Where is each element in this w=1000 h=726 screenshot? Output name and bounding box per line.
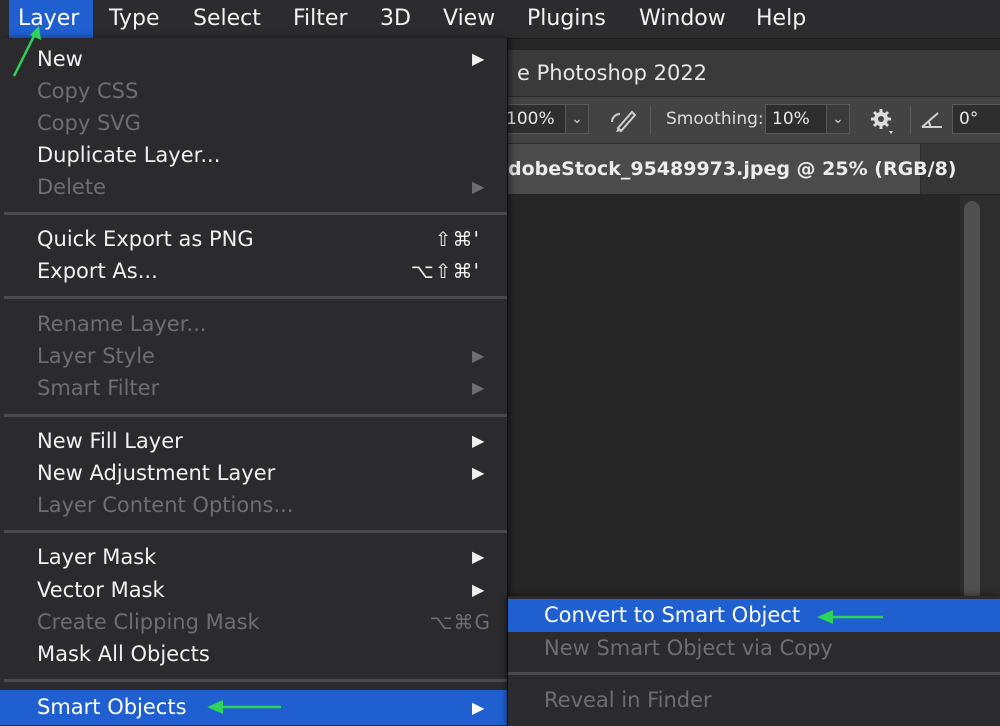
options-separator bbox=[650, 106, 651, 134]
menu-item-quick-export[interactable]: Quick Export as PNG ⇧⌘' bbox=[0, 223, 507, 255]
menu-separator bbox=[4, 679, 507, 682]
shortcut-label: ⌥⇧⌘' bbox=[410, 259, 480, 283]
menu-separator bbox=[4, 212, 507, 215]
submenu-item-label: Convert to Smart Object bbox=[544, 603, 801, 627]
gear-icon[interactable] bbox=[868, 107, 896, 135]
chevron-down-icon: ⌄ bbox=[832, 111, 844, 127]
submenu-arrow-icon: ▶ bbox=[472, 463, 485, 482]
submenu-item-convert-to-smart-object[interactable]: Convert to Smart Object bbox=[508, 599, 1000, 632]
menu-item-label: Mask All Objects bbox=[37, 642, 210, 666]
menu-plugins[interactable]: Plugins bbox=[518, 0, 615, 38]
submenu-arrow-icon: ▶ bbox=[472, 346, 485, 365]
flow-dropdown[interactable]: ⌄ bbox=[565, 104, 589, 134]
menu-item-label: Rename Layer... bbox=[37, 312, 207, 336]
menu-item-layer-style: Layer Style ▶ bbox=[0, 340, 507, 372]
menu-item-delete: Delete ▶ bbox=[0, 171, 507, 203]
menu-item-label: Duplicate Layer... bbox=[37, 143, 221, 167]
menu-item-label: New Fill Layer bbox=[37, 429, 183, 453]
menu-item-new-adjustment-layer[interactable]: New Adjustment Layer ▶ bbox=[0, 457, 507, 489]
submenu-arrow-icon: ▶ bbox=[472, 431, 485, 450]
submenu-arrow-icon: ▶ bbox=[472, 177, 485, 196]
window-title: e Photoshop 2022 bbox=[517, 61, 708, 85]
shortcut-label: ⇧⌘' bbox=[434, 227, 480, 251]
scrollbar-thumb[interactable] bbox=[964, 201, 980, 631]
menu-item-label: Export As... bbox=[37, 259, 158, 283]
menu-item-duplicate-layer[interactable]: Duplicate Layer... bbox=[0, 139, 507, 171]
menu-item-smart-objects[interactable]: Smart Objects ▶ bbox=[0, 690, 507, 725]
menu-item-create-clipping-mask: Create Clipping Mask ⌥⌘G bbox=[0, 606, 507, 638]
smart-objects-submenu: Convert to Smart Object New Smart Object… bbox=[508, 596, 1000, 726]
menu-item-label: Vector Mask bbox=[37, 578, 165, 602]
submenu-arrow-icon: ▶ bbox=[472, 49, 485, 68]
menu-item-new-fill-layer[interactable]: New Fill Layer ▶ bbox=[0, 425, 507, 457]
menu-item-label: New bbox=[37, 47, 83, 71]
menu-item-layer-mask[interactable]: Layer Mask ▶ bbox=[0, 541, 507, 573]
menu-item-label: Layer Content Options... bbox=[37, 493, 294, 517]
menu-select[interactable]: Select bbox=[184, 0, 270, 38]
menu-separator bbox=[4, 530, 507, 533]
shortcut-label: ⌥⌘G bbox=[429, 610, 491, 634]
submenu-item-new-smart-object-via-copy: New Smart Object via Copy bbox=[508, 632, 1000, 665]
menu-separator bbox=[4, 296, 507, 299]
window-titlebar: e Photoshop 2022 bbox=[500, 50, 1000, 97]
menu-item-label: Delete bbox=[37, 175, 106, 199]
menu-separator bbox=[508, 672, 1000, 675]
submenu-item-label: New Smart Object via Copy bbox=[544, 636, 833, 660]
menu-item-rename-layer: Rename Layer... bbox=[0, 308, 507, 340]
menu-item-label: Layer Style bbox=[37, 344, 155, 368]
menu-item-smart-filter: Smart Filter ▶ bbox=[0, 372, 507, 404]
chevron-down-icon: ⌄ bbox=[571, 111, 583, 127]
menu-item-vector-mask[interactable]: Vector Mask ▶ bbox=[0, 574, 507, 606]
smoothing-field[interactable]: 10% bbox=[765, 104, 827, 134]
options-separator bbox=[910, 106, 911, 134]
menu-help[interactable]: Help bbox=[747, 0, 815, 38]
layer-menu: New ▶ Copy CSS Copy SVG Duplicate Layer.… bbox=[0, 38, 508, 726]
menu-3d[interactable]: 3D bbox=[371, 0, 420, 38]
menu-type[interactable]: Type bbox=[100, 0, 169, 38]
flow-field[interactable]: 100% bbox=[500, 104, 566, 134]
smoothing-dropdown[interactable]: ⌄ bbox=[826, 104, 850, 134]
menu-item-label: Copy SVG bbox=[37, 111, 141, 135]
angle-icon bbox=[920, 109, 946, 131]
submenu-item-label: Reveal in Finder bbox=[544, 688, 712, 712]
submenu-arrow-icon: ▶ bbox=[472, 378, 485, 397]
menu-item-copy-svg: Copy SVG bbox=[0, 107, 507, 139]
smoothing-label: Smoothing: bbox=[666, 109, 764, 129]
menu-item-label: Copy CSS bbox=[37, 79, 139, 103]
menu-window[interactable]: Window bbox=[630, 0, 735, 38]
submenu-item-reveal-in-finder: Reveal in Finder bbox=[508, 684, 1000, 717]
menu-bar: Layer Type Select Filter 3D View Plugins… bbox=[0, 0, 1000, 39]
options-bar: 100% ⌄ Smoothing: 10% ⌄ 0° bbox=[500, 97, 1000, 144]
menu-view[interactable]: View bbox=[434, 0, 504, 38]
menu-item-label: Smart Filter bbox=[37, 376, 160, 400]
menu-separator bbox=[4, 414, 507, 417]
menu-item-new[interactable]: New ▶ bbox=[0, 43, 507, 75]
document-tab-title: dobeStock_95489973.jpeg @ 25% (RGB/8) bbox=[508, 158, 957, 180]
submenu-arrow-icon: ▶ bbox=[472, 580, 485, 599]
document-tab-bar: dobeStock_95489973.jpeg @ 25% (RGB/8) bbox=[500, 144, 1000, 194]
submenu-arrow-icon: ▶ bbox=[472, 547, 485, 566]
menu-item-label: New Adjustment Layer bbox=[37, 461, 276, 485]
submenu-arrow-icon: ▶ bbox=[472, 698, 485, 717]
menu-item-label: Smart Objects bbox=[37, 695, 187, 719]
menu-item-layer-content-options: Layer Content Options... bbox=[0, 489, 507, 521]
menu-item-label: Create Clipping Mask bbox=[37, 610, 260, 634]
menu-item-export-as[interactable]: Export As... ⌥⇧⌘' bbox=[0, 255, 507, 287]
document-tab[interactable]: dobeStock_95489973.jpeg @ 25% (RGB/8) bbox=[500, 144, 957, 194]
menu-filter[interactable]: Filter bbox=[284, 0, 356, 38]
menu-item-mask-all-objects[interactable]: Mask All Objects bbox=[0, 638, 507, 670]
angle-field[interactable]: 0° bbox=[952, 104, 1000, 134]
airbrush-icon[interactable] bbox=[606, 106, 638, 134]
menu-item-copy-css: Copy CSS bbox=[0, 75, 507, 107]
menu-item-label: Layer Mask bbox=[37, 545, 157, 569]
menu-item-label: Quick Export as PNG bbox=[37, 227, 254, 251]
menu-layer[interactable]: Layer bbox=[9, 0, 93, 38]
